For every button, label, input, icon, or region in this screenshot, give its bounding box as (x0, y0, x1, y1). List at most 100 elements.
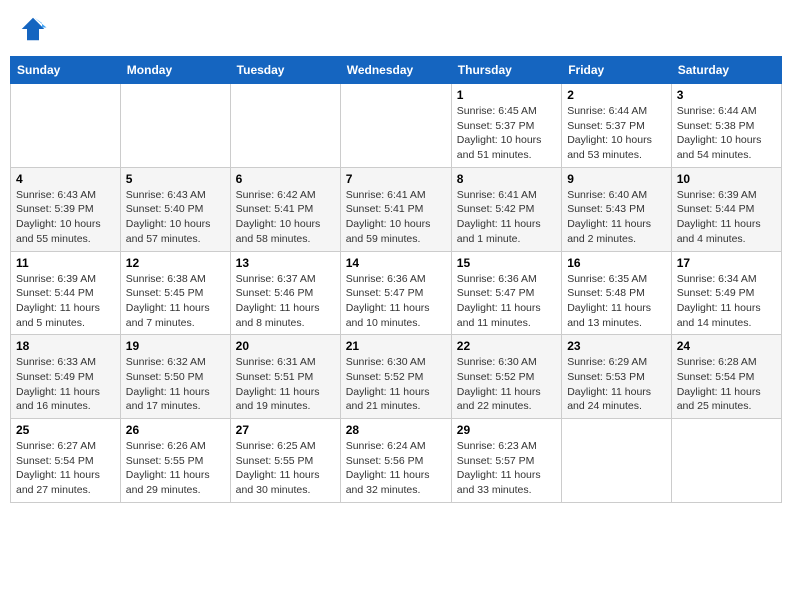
calendar-cell: 25 Sunrise: 6:27 AM Sunset: 5:54 PM Dayli… (11, 419, 121, 503)
day-number: 3 (677, 88, 776, 102)
day-info: Sunrise: 6:41 AM Sunset: 5:42 PM Dayligh… (457, 188, 556, 247)
day-info: Sunrise: 6:27 AM Sunset: 5:54 PM Dayligh… (16, 439, 115, 498)
day-info: Sunrise: 6:30 AM Sunset: 5:52 PM Dayligh… (346, 355, 446, 414)
calendar-cell: 23 Sunrise: 6:29 AM Sunset: 5:53 PM Dayli… (562, 335, 672, 419)
calendar-cell: 16 Sunrise: 6:35 AM Sunset: 5:48 PM Dayli… (562, 251, 672, 335)
day-info: Sunrise: 6:32 AM Sunset: 5:50 PM Dayligh… (126, 355, 225, 414)
day-info: Sunrise: 6:42 AM Sunset: 5:41 PM Dayligh… (236, 188, 335, 247)
calendar-cell: 5 Sunrise: 6:43 AM Sunset: 5:40 PM Daylig… (120, 167, 230, 251)
day-number: 19 (126, 339, 225, 353)
day-number: 23 (567, 339, 666, 353)
day-info: Sunrise: 6:38 AM Sunset: 5:45 PM Dayligh… (126, 272, 225, 331)
day-info: Sunrise: 6:23 AM Sunset: 5:57 PM Dayligh… (457, 439, 556, 498)
day-info: Sunrise: 6:30 AM Sunset: 5:52 PM Dayligh… (457, 355, 556, 414)
weekday-header-thursday: Thursday (451, 57, 561, 84)
logo (18, 14, 52, 44)
weekday-header-saturday: Saturday (671, 57, 781, 84)
day-number: 29 (457, 423, 556, 437)
calendar-cell: 22 Sunrise: 6:30 AM Sunset: 5:52 PM Dayli… (451, 335, 561, 419)
day-number: 6 (236, 172, 335, 186)
calendar-cell: 1 Sunrise: 6:45 AM Sunset: 5:37 PM Daylig… (451, 84, 561, 168)
week-row-2: 4 Sunrise: 6:43 AM Sunset: 5:39 PM Daylig… (11, 167, 782, 251)
week-row-5: 25 Sunrise: 6:27 AM Sunset: 5:54 PM Dayli… (11, 419, 782, 503)
weekday-header-monday: Monday (120, 57, 230, 84)
day-info: Sunrise: 6:39 AM Sunset: 5:44 PM Dayligh… (677, 188, 776, 247)
day-number: 27 (236, 423, 335, 437)
day-number: 25 (16, 423, 115, 437)
day-number: 5 (126, 172, 225, 186)
calendar-cell: 24 Sunrise: 6:28 AM Sunset: 5:54 PM Dayli… (671, 335, 781, 419)
week-row-4: 18Sunrise: 6:33 AM Sunset: 5:49 PM Dayli… (11, 335, 782, 419)
calendar-header: SundayMondayTuesdayWednesdayThursdayFrid… (11, 57, 782, 84)
calendar-body: 1 Sunrise: 6:45 AM Sunset: 5:37 PM Daylig… (11, 84, 782, 503)
calendar-cell (230, 84, 340, 168)
calendar-cell: 9Sunrise: 6:40 AM Sunset: 5:43 PM Daylig… (562, 167, 672, 251)
calendar-cell (671, 419, 781, 503)
day-info: Sunrise: 6:25 AM Sunset: 5:55 PM Dayligh… (236, 439, 335, 498)
day-info: Sunrise: 6:33 AM Sunset: 5:49 PM Dayligh… (16, 355, 115, 414)
weekday-header-friday: Friday (562, 57, 672, 84)
day-number: 8 (457, 172, 556, 186)
day-number: 17 (677, 256, 776, 270)
calendar-cell: 19 Sunrise: 6:32 AM Sunset: 5:50 PM Dayli… (120, 335, 230, 419)
day-info: Sunrise: 6:26 AM Sunset: 5:55 PM Dayligh… (126, 439, 225, 498)
day-number: 7 (346, 172, 446, 186)
calendar-cell: 20 Sunrise: 6:31 AM Sunset: 5:51 PM Dayli… (230, 335, 340, 419)
weekday-header-sunday: Sunday (11, 57, 121, 84)
day-number: 20 (236, 339, 335, 353)
calendar-cell: 28 Sunrise: 6:24 AM Sunset: 5:56 PM Dayli… (340, 419, 451, 503)
calendar-cell (340, 84, 451, 168)
weekday-header-tuesday: Tuesday (230, 57, 340, 84)
day-info: Sunrise: 6:41 AM Sunset: 5:41 PM Dayligh… (346, 188, 446, 247)
day-number: 10 (677, 172, 776, 186)
day-number: 22 (457, 339, 556, 353)
day-number: 16 (567, 256, 666, 270)
calendar-cell (11, 84, 121, 168)
day-number: 24 (677, 339, 776, 353)
calendar-cell (562, 419, 672, 503)
day-info: Sunrise: 6:29 AM Sunset: 5:53 PM Dayligh… (567, 355, 666, 414)
page-header (10, 10, 782, 48)
calendar-cell: 26 Sunrise: 6:26 AM Sunset: 5:55 PM Dayli… (120, 419, 230, 503)
day-number: 4 (16, 172, 115, 186)
day-info: Sunrise: 6:39 AM Sunset: 5:44 PM Dayligh… (16, 272, 115, 331)
calendar-cell: 17 Sunrise: 6:34 AM Sunset: 5:49 PM Dayli… (671, 251, 781, 335)
day-number: 9 (567, 172, 666, 186)
calendar-cell: 21 Sunrise: 6:30 AM Sunset: 5:52 PM Dayli… (340, 335, 451, 419)
day-info: Sunrise: 6:24 AM Sunset: 5:56 PM Dayligh… (346, 439, 446, 498)
weekday-header-row: SundayMondayTuesdayWednesdayThursdayFrid… (11, 57, 782, 84)
day-info: Sunrise: 6:45 AM Sunset: 5:37 PM Dayligh… (457, 104, 556, 163)
calendar-cell: 3Sunrise: 6:44 AM Sunset: 5:38 PM Daylig… (671, 84, 781, 168)
day-number: 2 (567, 88, 666, 102)
calendar-cell: 8 Sunrise: 6:41 AM Sunset: 5:42 PM Daylig… (451, 167, 561, 251)
calendar-cell: 11 Sunrise: 6:39 AM Sunset: 5:44 PM Dayli… (11, 251, 121, 335)
calendar-table: SundayMondayTuesdayWednesdayThursdayFrid… (10, 56, 782, 503)
logo-icon (18, 14, 48, 44)
calendar-cell: 29 Sunrise: 6:23 AM Sunset: 5:57 PM Dayli… (451, 419, 561, 503)
day-info: Sunrise: 6:35 AM Sunset: 5:48 PM Dayligh… (567, 272, 666, 331)
week-row-3: 11 Sunrise: 6:39 AM Sunset: 5:44 PM Dayli… (11, 251, 782, 335)
calendar-cell: 18Sunrise: 6:33 AM Sunset: 5:49 PM Dayli… (11, 335, 121, 419)
day-info: Sunrise: 6:34 AM Sunset: 5:49 PM Dayligh… (677, 272, 776, 331)
calendar-cell: 27 Sunrise: 6:25 AM Sunset: 5:55 PM Dayli… (230, 419, 340, 503)
day-number: 1 (457, 88, 556, 102)
day-number: 26 (126, 423, 225, 437)
day-info: Sunrise: 6:28 AM Sunset: 5:54 PM Dayligh… (677, 355, 776, 414)
calendar-cell: 2 Sunrise: 6:44 AM Sunset: 5:37 PM Daylig… (562, 84, 672, 168)
day-number: 11 (16, 256, 115, 270)
calendar-cell: 14Sunrise: 6:36 AM Sunset: 5:47 PM Dayli… (340, 251, 451, 335)
calendar-cell: 6 Sunrise: 6:42 AM Sunset: 5:41 PM Daylig… (230, 167, 340, 251)
calendar-cell: 15Sunrise: 6:36 AM Sunset: 5:47 PM Dayli… (451, 251, 561, 335)
day-number: 14 (346, 256, 446, 270)
calendar-cell: 10 Sunrise: 6:39 AM Sunset: 5:44 PM Dayli… (671, 167, 781, 251)
day-info: Sunrise: 6:43 AM Sunset: 5:40 PM Dayligh… (126, 188, 225, 247)
day-number: 21 (346, 339, 446, 353)
day-number: 15 (457, 256, 556, 270)
calendar-cell: 4 Sunrise: 6:43 AM Sunset: 5:39 PM Daylig… (11, 167, 121, 251)
day-info: Sunrise: 6:44 AM Sunset: 5:37 PM Dayligh… (567, 104, 666, 163)
week-row-1: 1 Sunrise: 6:45 AM Sunset: 5:37 PM Daylig… (11, 84, 782, 168)
day-number: 28 (346, 423, 446, 437)
day-info: Sunrise: 6:31 AM Sunset: 5:51 PM Dayligh… (236, 355, 335, 414)
day-info: Sunrise: 6:43 AM Sunset: 5:39 PM Dayligh… (16, 188, 115, 247)
calendar-cell: 7 Sunrise: 6:41 AM Sunset: 5:41 PM Daylig… (340, 167, 451, 251)
